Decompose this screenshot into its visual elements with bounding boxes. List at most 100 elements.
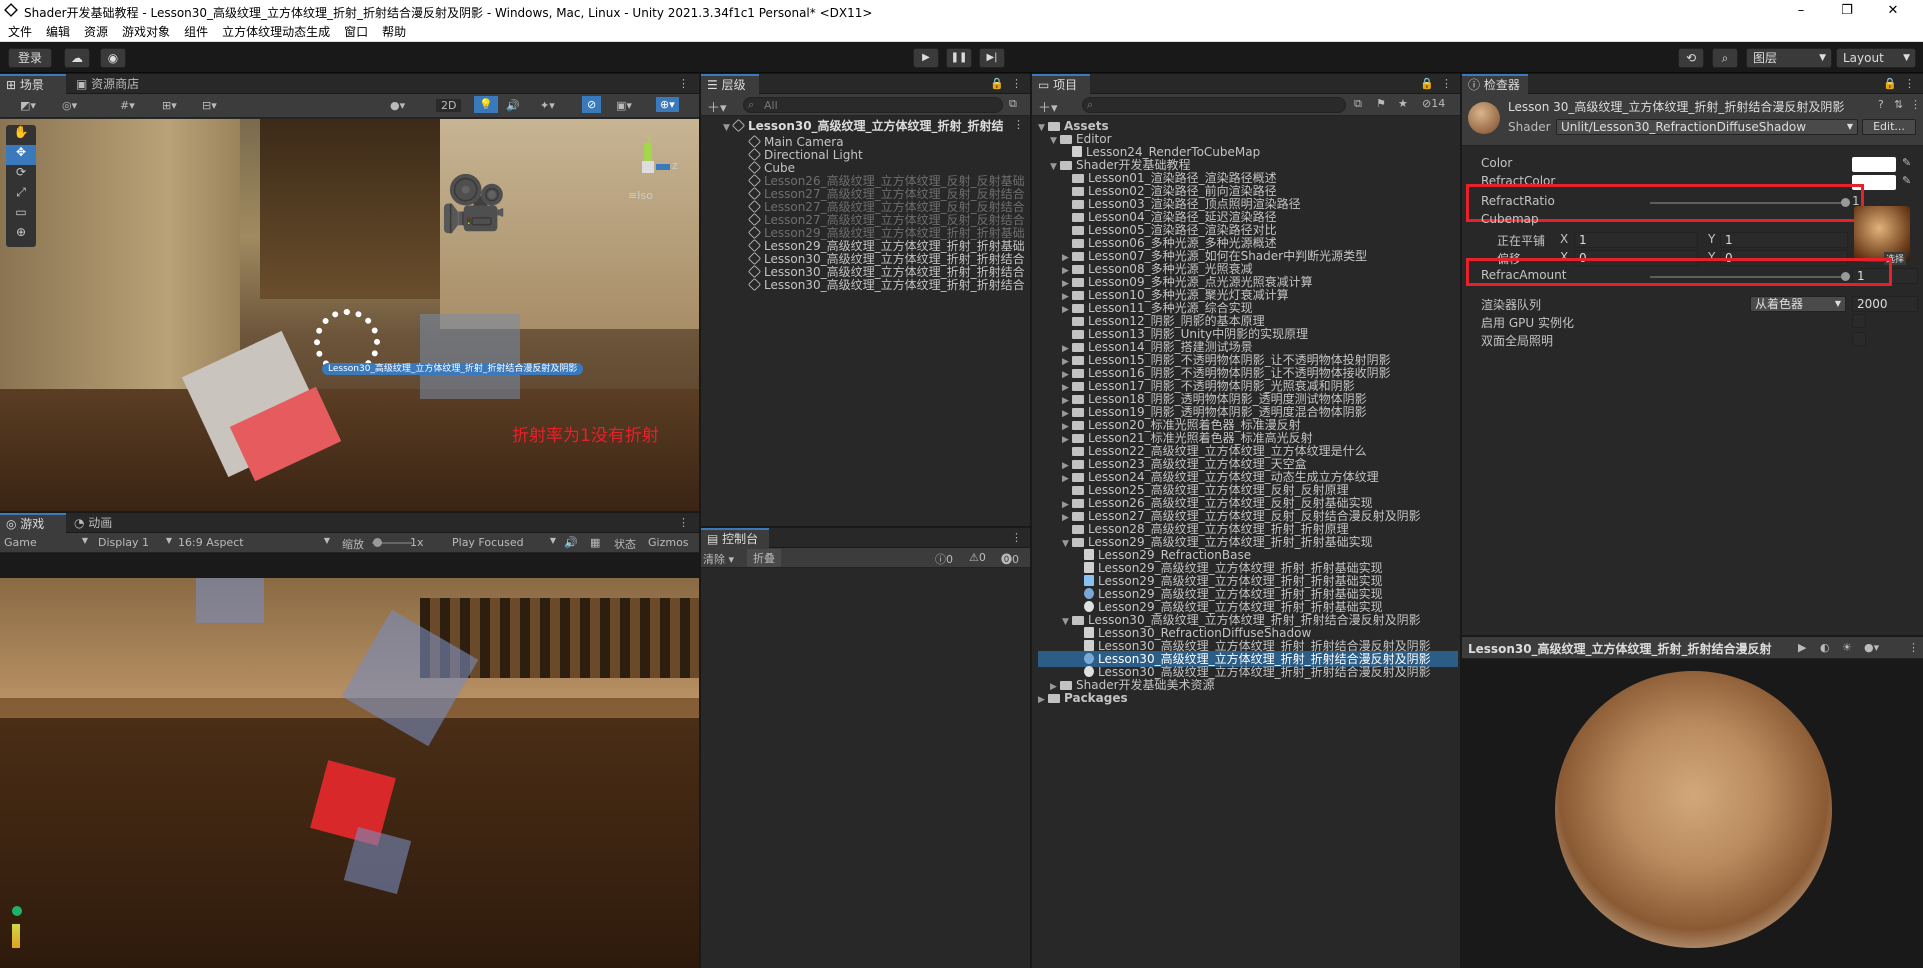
tab-animation[interactable]: ◔ 动画	[68, 513, 128, 533]
hierarchy-search-input[interactable]: ⌕ All	[743, 97, 1003, 113]
history-icon[interactable]: ⟲	[1678, 48, 1704, 68]
chevron-right-icon[interactable]: ▶	[1038, 692, 1048, 708]
cloud-icon[interactable]: ☁	[64, 48, 90, 68]
tab-project[interactable]: ▭ 项目	[1032, 74, 1090, 94]
clear-dropdown[interactable]: 清除 ▾	[703, 551, 734, 567]
menu-assets[interactable]: 资源	[77, 22, 115, 42]
settings-icon[interactable]: ⇅	[1894, 98, 1903, 111]
menu-window[interactable]: 窗口	[337, 22, 375, 42]
help-icon[interactable]: ?	[1878, 98, 1884, 111]
eyedropper-icon[interactable]: ✎	[1902, 156, 1911, 169]
collab-icon[interactable]: ◉	[100, 48, 126, 68]
menu-cubemap-gen[interactable]: 立方体纹理动态生成	[215, 22, 337, 42]
tab-game[interactable]: ◎ 游戏	[0, 513, 66, 533]
move-tool-icon[interactable]: ✥	[6, 145, 36, 165]
scene-viewport[interactable]: 🎥 Lesson30_高级纹理_立方体纹理_折射_折射结合漫反射及阴影 折射率为…	[0, 119, 699, 511]
gpu-instancing-checkbox[interactable]	[1852, 314, 1866, 328]
grid-snap-icon[interactable]: #▾	[120, 99, 135, 112]
hand-tool-icon[interactable]: ✋	[6, 125, 36, 145]
shading-sphere-icon[interactable]: ●▾	[390, 99, 405, 112]
error-count[interactable]: ⓿0	[1001, 551, 1019, 567]
double-sided-gi-checkbox[interactable]	[1852, 332, 1866, 346]
eyedropper-icon[interactable]: ✎	[1902, 174, 1911, 187]
aspect-dropdown[interactable]: 16:9 Aspect ▼	[178, 536, 330, 549]
menu-gameobject[interactable]: 游戏对象	[115, 22, 177, 42]
login-button[interactable]: 登录	[8, 48, 52, 68]
search-icon[interactable]: ⌕	[1712, 48, 1738, 68]
play-focus-dropdown[interactable]: Play Focused ▼	[452, 536, 556, 549]
stats-button[interactable]: 状态	[614, 536, 636, 552]
audio-toggle-icon[interactable]: 🔊	[506, 99, 520, 112]
game-mode-dropdown[interactable]: Game ▼	[4, 536, 88, 549]
play-preview-icon[interactable]: ▶	[1798, 641, 1806, 654]
lock-icon[interactable]: 🔒	[1883, 77, 1897, 90]
panel-menu-icon[interactable]: ⋮	[1011, 77, 1022, 90]
preview-menu-icon[interactable]: ⋮	[1908, 641, 1919, 654]
panel-menu-icon[interactable]: ⋮	[1904, 77, 1915, 90]
gizmos-icon[interactable]: ⊕▾	[656, 97, 679, 112]
info-count[interactable]: ⓘ0	[935, 551, 953, 567]
transform-tool-icon[interactable]: ⊕	[6, 225, 36, 245]
minimize-button[interactable]: –	[1778, 0, 1824, 22]
filter-label-icon[interactable]: ⚑	[1376, 97, 1386, 110]
game-viewport[interactable]	[0, 578, 699, 968]
hierarchy-scene-root[interactable]: ▼ Lesson30_高级纹理_立方体纹理_折射_折射结	[723, 118, 1004, 134]
search-by-type-icon[interactable]: ⧉	[1354, 97, 1362, 111]
step-button[interactable]: ▶|	[979, 48, 1005, 68]
gizmos-button[interactable]: Gizmos	[648, 536, 689, 549]
add-icon[interactable]: ＋▾	[1038, 97, 1058, 116]
panel-menu-icon[interactable]: ⋮	[678, 516, 689, 529]
preview-light-icon[interactable]: ☀	[1842, 641, 1852, 654]
color-swatch[interactable]	[1852, 157, 1896, 172]
display-dropdown[interactable]: Display 1 ▼	[98, 536, 172, 549]
shader-dropdown[interactable]: Unlit/Lesson30_RefractionDiffuseShadow ▼	[1556, 119, 1858, 135]
panel-menu-icon[interactable]: ⋮	[1441, 77, 1452, 90]
tab-asset-store[interactable]: ▣ 资源商店	[70, 74, 150, 94]
maximize-button[interactable]: ❐	[1824, 0, 1870, 22]
render-queue-field[interactable]: 2000	[1852, 296, 1918, 312]
tab-scene[interactable]: ⊞ 场景	[0, 74, 66, 94]
play-button[interactable]: ▶	[913, 48, 939, 68]
align-icon[interactable]: ⊟▾	[202, 99, 217, 112]
tiling-y-field[interactable]: 1	[1720, 232, 1848, 248]
project-search-input[interactable]: ⌕	[1082, 97, 1346, 113]
scale-slider-knob[interactable]	[373, 538, 382, 547]
tab-hierarchy[interactable]: ☰ 层级	[701, 74, 759, 94]
project-item[interactable]: ▶ Packages	[1038, 690, 1458, 706]
hierarchy-item[interactable]: Lesson30_高级纹理_立方体纹理_折射_折射结合	[747, 277, 1025, 293]
rect-tool-icon[interactable]: ▭	[6, 205, 36, 225]
lighting-toggle-icon[interactable]: 💡	[474, 96, 498, 113]
lock-icon[interactable]: 🔒	[1420, 77, 1434, 90]
menu-edit[interactable]: 编辑	[39, 22, 77, 42]
scale-tool-icon[interactable]: ⤢	[6, 185, 36, 205]
vsync-icon[interactable]: ▦	[590, 536, 600, 549]
warning-count[interactable]: ⚠0	[969, 551, 986, 564]
preview-sphere[interactable]	[1555, 671, 1832, 948]
panel-menu-icon[interactable]: ⋮	[1011, 531, 1022, 544]
camera-gizmo-icon[interactable]: 🎥	[440, 174, 514, 234]
tab-inspector[interactable]: ⓘ 检查器	[1462, 74, 1528, 94]
menu-file[interactable]: 文件	[1, 22, 39, 42]
snap-increment-icon[interactable]: ⊞▾	[162, 99, 177, 112]
effects-icon[interactable]: ✦▾	[540, 99, 555, 112]
pause-button[interactable]: ❚❚	[946, 48, 972, 68]
more-icon[interactable]: ⋮	[1910, 98, 1921, 111]
lock-icon[interactable]: 🔒	[990, 77, 1004, 90]
preview-bg-icon[interactable]: ●▾	[1864, 641, 1879, 654]
collapse-toggle[interactable]: 折叠	[747, 549, 781, 567]
2d-toggle[interactable]: 2D	[436, 99, 462, 112]
draw-mode-icon[interactable]: ◩▾	[20, 99, 36, 112]
iso-label[interactable]: ≡Iso	[628, 189, 653, 202]
menu-component[interactable]: 组件	[177, 22, 215, 42]
rotate-tool-icon[interactable]: ⟳	[6, 165, 36, 185]
hidden-objects-icon[interactable]: ⊘	[582, 96, 602, 113]
layers-dropdown[interactable]: 图层 ▼	[1746, 48, 1832, 68]
favorite-icon[interactable]: ★	[1398, 97, 1408, 110]
panel-menu-icon[interactable]: ⋮	[678, 77, 689, 90]
tab-console[interactable]: ▤ 控制台	[701, 528, 769, 548]
layout-dropdown[interactable]: Layout ▼	[1836, 48, 1916, 68]
hidden-packages-icon[interactable]: ⊘14	[1422, 97, 1445, 110]
menu-help[interactable]: 帮助	[375, 22, 413, 42]
shader-edit-button[interactable]: Edit...	[1862, 119, 1916, 135]
render-mode-icon[interactable]: ◎▾	[62, 99, 77, 112]
